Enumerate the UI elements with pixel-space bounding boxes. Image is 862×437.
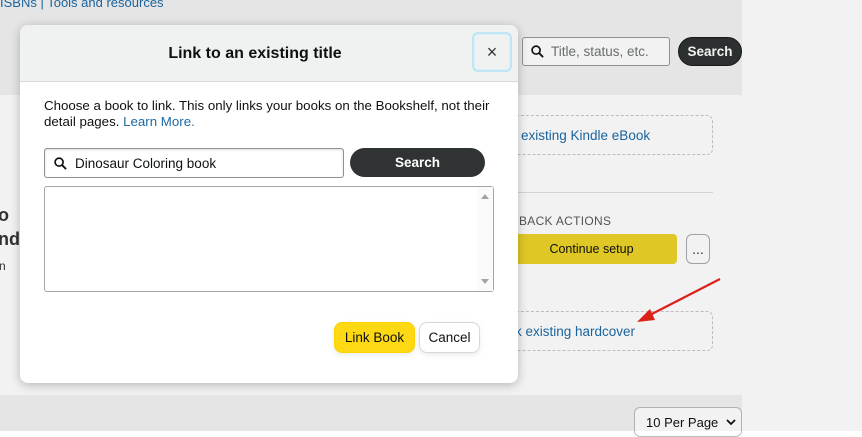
link-book-button[interactable]: Link Book [334, 322, 415, 353]
scroll-up-arrow-icon[interactable] [481, 194, 489, 199]
search-results-list[interactable] [44, 186, 494, 292]
link-existing-title-modal: Link to an existing title × Choose a boo… [20, 25, 518, 383]
modal-header: Link to an existing title × [20, 25, 518, 82]
modal-title: Link to an existing title [168, 45, 342, 62]
modal-description: Choose a book to link. This only links y… [44, 98, 504, 130]
learn-more-link[interactable]: Learn More. [123, 114, 195, 129]
search-icon [54, 156, 67, 170]
scroll-down-arrow-icon[interactable] [481, 279, 489, 284]
search-value: Dinosaur Coloring book [75, 155, 217, 171]
results-scrollbar[interactable] [477, 187, 493, 291]
cancel-button[interactable]: Cancel [419, 322, 480, 353]
close-icon: × [486, 41, 498, 62]
description-text: Choose a book to link. This only links y… [44, 98, 490, 129]
close-button[interactable]: × [472, 32, 512, 72]
book-search-input[interactable]: Dinosaur Coloring book [44, 148, 344, 178]
search-button[interactable]: Search [350, 148, 485, 177]
